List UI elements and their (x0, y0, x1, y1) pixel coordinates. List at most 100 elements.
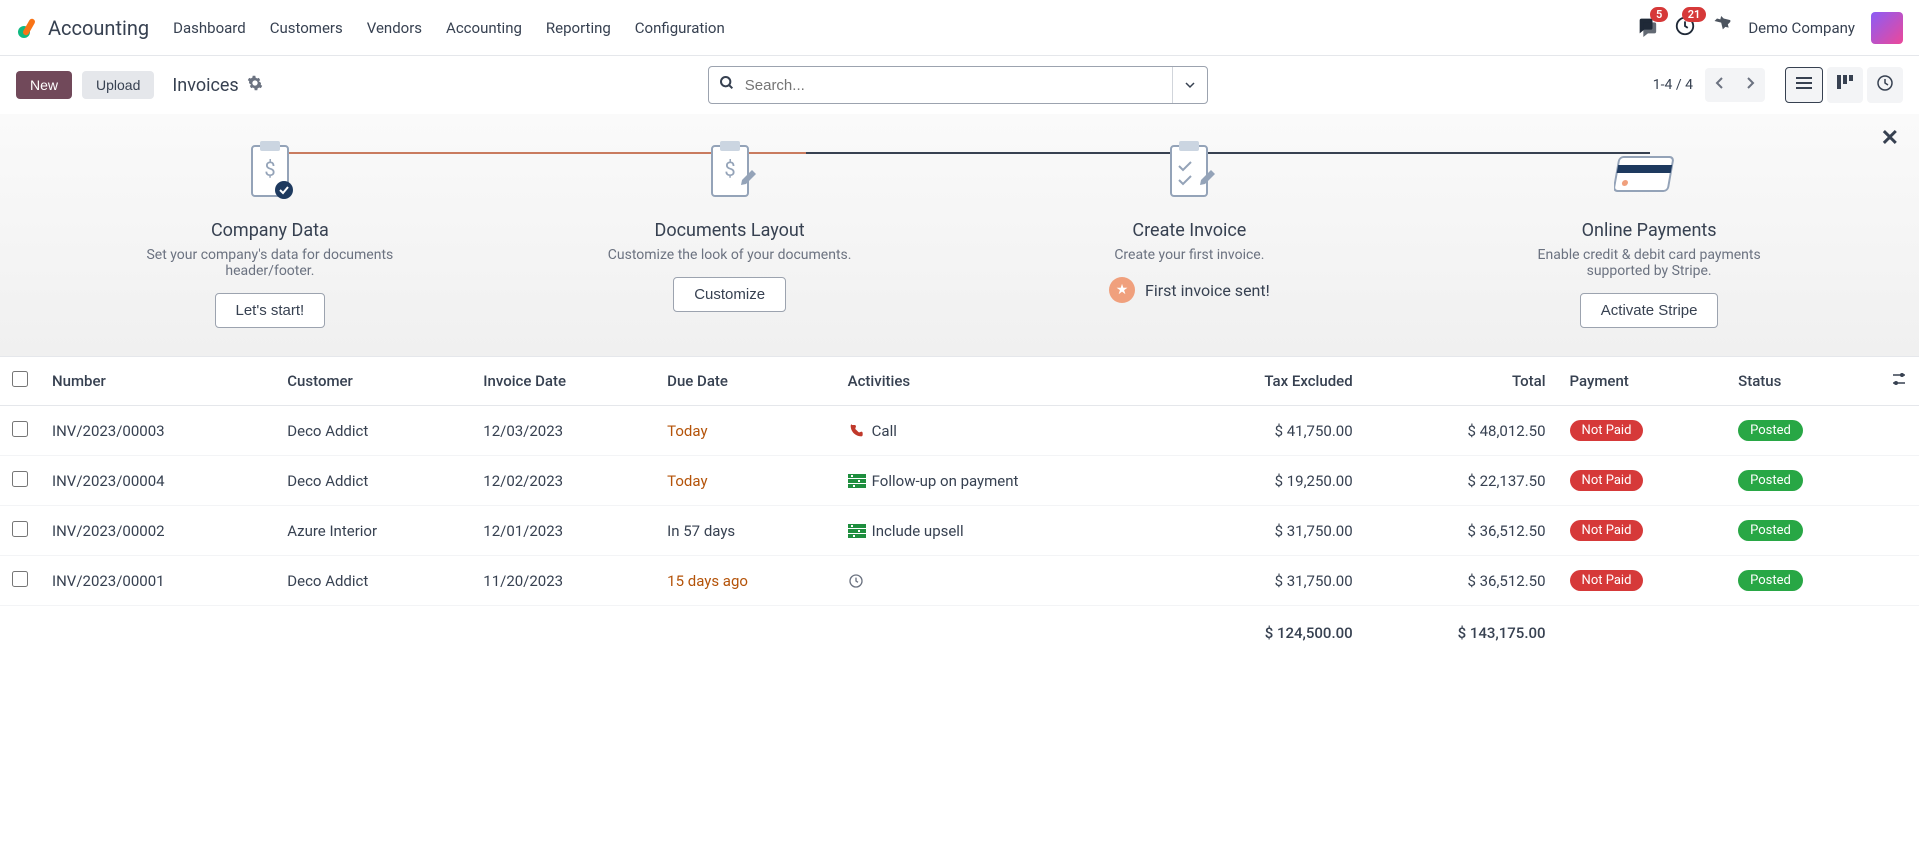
step-done-text: First invoice sent! (1145, 281, 1270, 300)
app-logo[interactable]: Accounting (16, 16, 149, 40)
total-amount: $ 143,175.00 (1365, 606, 1558, 657)
payment-badge: Not Paid (1570, 420, 1644, 441)
logo-icon (16, 16, 40, 40)
col-total[interactable]: Total (1365, 357, 1558, 406)
nav-vendors[interactable]: Vendors (367, 19, 422, 37)
cell-due-date: 15 days ago (655, 556, 836, 606)
select-all-checkbox[interactable] (12, 371, 28, 387)
cell-invoice-date: 12/03/2023 (471, 406, 655, 456)
col-due-date[interactable]: Due Date (655, 357, 836, 406)
cell-total: $ 22,137.50 (1365, 456, 1558, 506)
cell-activity[interactable] (836, 556, 1172, 606)
cell-number: INV/2023/00003 (40, 406, 275, 456)
table-row[interactable]: INV/2023/00002Azure Interior12/01/2023In… (0, 506, 1919, 556)
view-list[interactable] (1785, 67, 1823, 103)
col-activities[interactable]: Activities (836, 357, 1172, 406)
cell-tax-excluded: $ 19,250.00 (1171, 456, 1364, 506)
activities-badge: 21 (1682, 7, 1707, 22)
row-checkbox[interactable] (12, 421, 28, 437)
cell-payment: Not Paid (1558, 556, 1727, 606)
step-desc: Customize the look of your documents. (608, 247, 852, 263)
cell-tax-excluded: $ 31,750.00 (1171, 506, 1364, 556)
payment-badge: Not Paid (1570, 520, 1644, 541)
clock-icon (1877, 75, 1893, 91)
control-panel: New Upload Invoices 1-4 / 4 (0, 56, 1919, 114)
upload-button[interactable]: Upload (82, 71, 154, 99)
cell-due-date: Today (655, 456, 836, 506)
col-invoice-date[interactable]: Invoice Date (471, 357, 655, 406)
user-avatar[interactable] (1871, 12, 1903, 44)
nav-customers[interactable]: Customers (270, 19, 343, 37)
close-onboarding[interactable]: ✕ (1881, 126, 1899, 151)
lets-start-button[interactable]: Let's start! (215, 293, 326, 328)
new-button[interactable]: New (16, 71, 72, 99)
row-checkbox[interactable] (12, 521, 28, 537)
cell-total: $ 48,012.50 (1365, 406, 1558, 456)
nav-configuration[interactable]: Configuration (635, 19, 725, 37)
nav-accounting[interactable]: Accounting (446, 19, 522, 37)
table-row[interactable]: INV/2023/00003Deco Addict12/03/2023Today… (0, 406, 1919, 456)
pager-text[interactable]: 1-4 / 4 (1653, 77, 1693, 93)
nav-dashboard[interactable]: Dashboard (173, 19, 246, 37)
checklist-icon (1154, 138, 1224, 208)
pager: 1-4 / 4 (1653, 67, 1903, 103)
col-payment[interactable]: Payment (1558, 357, 1727, 406)
view-pivot[interactable] (1867, 67, 1903, 103)
col-tax-excluded[interactable]: Tax Excluded (1171, 357, 1364, 406)
search-icon (709, 75, 745, 95)
company-selector[interactable]: Demo Company (1748, 19, 1855, 37)
customize-button[interactable]: Customize (673, 277, 786, 312)
invoice-table: Number Customer Invoice Date Due Date Ac… (0, 357, 1919, 656)
row-checkbox[interactable] (12, 571, 28, 587)
cell-activity[interactable]: Include upsell (836, 506, 1172, 556)
table-row[interactable]: INV/2023/00001Deco Addict11/20/202315 da… (0, 556, 1919, 606)
step-done: ★ First invoice sent! (1109, 277, 1270, 303)
cell-invoice-date: 12/02/2023 (471, 456, 655, 506)
document-edit-icon: $ (695, 138, 765, 208)
cell-customer: Deco Addict (275, 456, 471, 506)
nav-menu: Dashboard Customers Vendors Accounting R… (173, 19, 725, 37)
app-name: Accounting (48, 16, 149, 40)
navbar: Accounting Dashboard Customers Vendors A… (0, 0, 1919, 56)
cell-number: INV/2023/00001 (40, 556, 275, 606)
pager-prev[interactable] (1705, 68, 1735, 102)
col-customer[interactable]: Customer (275, 357, 471, 406)
breadcrumb-title: Invoices (172, 75, 238, 96)
cell-tax-excluded: $ 31,750.00 (1171, 556, 1364, 606)
cell-number: INV/2023/00002 (40, 506, 275, 556)
breadcrumb: Invoices (172, 75, 262, 96)
activate-stripe-button[interactable]: Activate Stripe (1580, 293, 1719, 328)
row-checkbox[interactable] (12, 471, 28, 487)
gear-icon[interactable] (247, 75, 263, 96)
cell-due-date: In 57 days (655, 506, 836, 556)
col-number[interactable]: Number (40, 357, 275, 406)
messages-button[interactable]: 5 (1636, 15, 1658, 41)
nav-reporting[interactable]: Reporting (546, 19, 611, 37)
cell-status: Posted (1726, 406, 1879, 456)
step-documents-layout: $ Documents Layout Customize the look of… (500, 138, 960, 328)
search-input[interactable] (745, 77, 1172, 94)
doc-icon (848, 473, 866, 489)
cell-status: Posted (1726, 506, 1879, 556)
list-icon (1796, 76, 1812, 90)
step-title: Create Invoice (1132, 220, 1246, 241)
debug-icon[interactable] (1712, 16, 1732, 40)
pager-next[interactable] (1735, 68, 1765, 102)
optional-columns-toggle[interactable] (1879, 357, 1919, 406)
view-kanban[interactable] (1827, 67, 1863, 103)
cell-customer: Deco Addict (275, 556, 471, 606)
status-badge: Posted (1738, 470, 1803, 491)
search-options-toggle[interactable] (1172, 67, 1207, 103)
search-wrap (273, 66, 1643, 104)
activity-text: Include upsell (872, 522, 964, 540)
cell-activity[interactable]: Call (836, 406, 1172, 456)
activities-button[interactable]: 21 (1674, 15, 1696, 41)
cell-activity[interactable]: Follow-up on payment (836, 456, 1172, 506)
table-row[interactable]: INV/2023/00004Deco Addict12/02/2023Today… (0, 456, 1919, 506)
cell-number: INV/2023/00004 (40, 456, 275, 506)
cell-tax-excluded: $ 41,750.00 (1171, 406, 1364, 456)
payment-badge: Not Paid (1570, 570, 1644, 591)
star-icon: ★ (1109, 277, 1135, 303)
col-status[interactable]: Status (1726, 357, 1879, 406)
nav-right: 5 21 Demo Company (1636, 12, 1903, 44)
